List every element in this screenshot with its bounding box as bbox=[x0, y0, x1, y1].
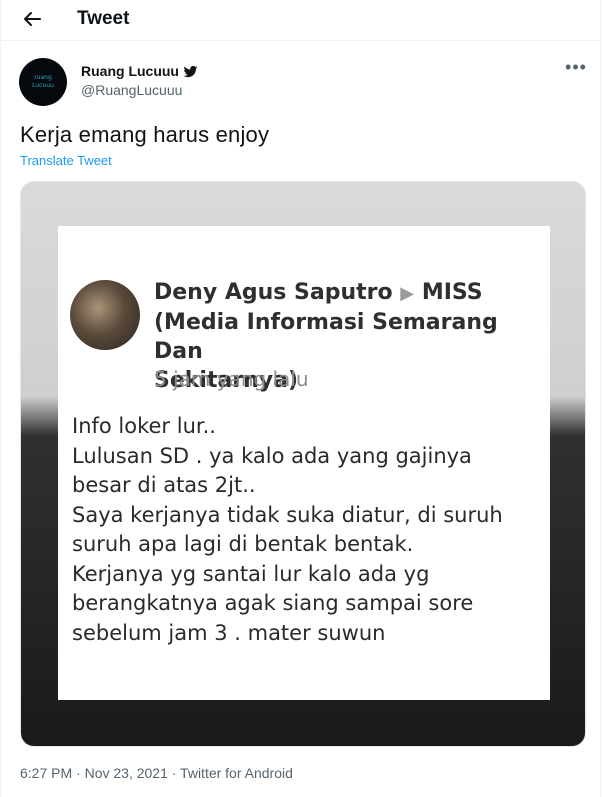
page-title: Tweet bbox=[77, 8, 130, 29]
author-handle[interactable]: @RuangLucuuu bbox=[81, 82, 182, 98]
twitter-bird-icon bbox=[183, 64, 198, 79]
post-author-name: Deny Agus Saputro bbox=[154, 280, 393, 305]
post-body-line: Kerjanya yg santai lur kalo ada yg bbox=[72, 561, 430, 586]
post-body-line: sebelum jam 3 . mater suwun bbox=[72, 620, 386, 645]
post-body-line: Info loker lur.. bbox=[72, 414, 216, 438]
triangle-arrow-icon: ▶ bbox=[400, 283, 415, 304]
post-body-line: Lulusan SD . ya kalo ada yang gajinya bbox=[72, 443, 472, 468]
author-name-row[interactable]: Ruang Lucuuu bbox=[81, 63, 198, 79]
post-body-line: besar di atas 2jt.. bbox=[72, 473, 256, 497]
post-body-line: berangkatnya agak siang sampai sore bbox=[72, 591, 474, 615]
avatar-text-line1: ruang bbox=[34, 74, 52, 81]
facebook-post-screenshot: Deny Agus Saputro ▶ MISS (Media Informas… bbox=[58, 226, 550, 700]
tweet-image[interactable]: Deny Agus Saputro ▶ MISS (Media Informas… bbox=[20, 181, 586, 747]
avatar-text-line2: Lucuuu bbox=[32, 82, 54, 89]
back-arrow-icon[interactable] bbox=[19, 6, 45, 32]
translate-tweet-link[interactable]: Translate Tweet bbox=[20, 153, 112, 168]
tweet-page: Tweet ruang Lucuuu Ruang Lucuuu @RuangLu… bbox=[0, 0, 602, 797]
tweet-text: Kerja emang harus enjoy bbox=[20, 122, 270, 147]
author-name[interactable]: Ruang Lucuuu bbox=[81, 63, 179, 79]
more-options-icon[interactable]: ••• bbox=[563, 58, 589, 80]
post-body-line: Saya kerjanya tidak suka diatur, di suru… bbox=[72, 502, 503, 527]
top-bar: Tweet bbox=[1, 0, 602, 41]
post-author-avatar bbox=[70, 280, 140, 350]
post-body: Info loker lur.. Lulusan SD . ya kalo ad… bbox=[72, 412, 542, 648]
post-group-line1: (Media Informasi Semarang Dan bbox=[154, 310, 498, 364]
avatar[interactable]: ruang Lucuuu bbox=[19, 58, 67, 106]
tweet-metadata: 6:27 PM · Nov 23, 2021 · Twitter for And… bbox=[20, 765, 293, 781]
post-body-line: suruh apa lagi di bentak bentak. bbox=[72, 532, 414, 556]
post-time: 5 jam yang lalu bbox=[154, 367, 309, 391]
post-target-name: MISS bbox=[421, 280, 483, 305]
